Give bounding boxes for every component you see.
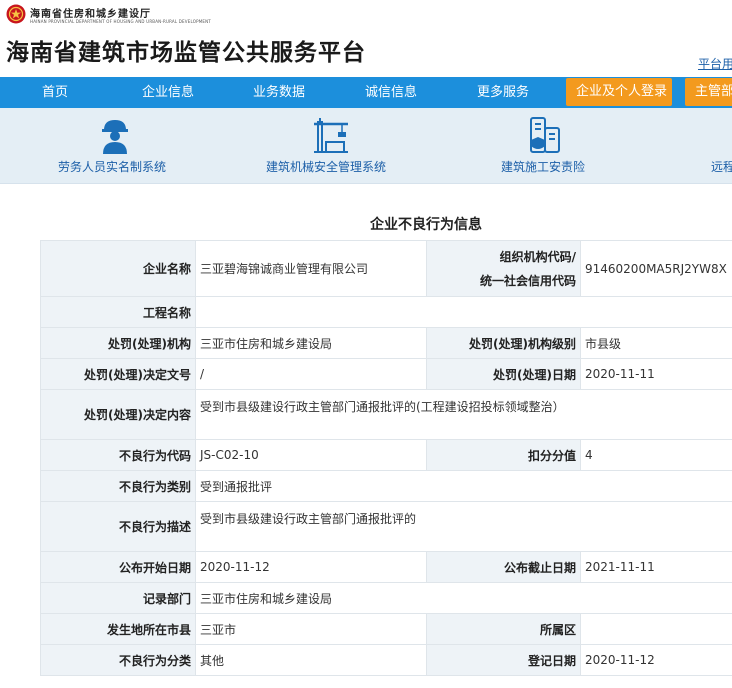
punish-level-label: 处罚(处理)机构级别: [426, 327, 581, 359]
city-label: 发生地所在市县: [40, 613, 196, 645]
quick-link-remote[interactable]: 远程: [710, 108, 732, 184]
national-emblem-icon: [6, 4, 26, 24]
quick-link-insurance[interactable]: 建筑施工安责险: [501, 108, 601, 184]
table-row: 工程名称: [40, 296, 732, 328]
org-code-label-line1: 组织机构代码/: [499, 249, 576, 264]
company-name-label: 企业名称: [40, 240, 196, 297]
table-row: 处罚(处理)决定文号 / 处罚(处理)日期 2020-11-11: [40, 358, 732, 390]
table-row: 处罚(处理)机构 三亚市住房和城乡建设局 处罚(处理)机构级别 市县级: [40, 327, 732, 359]
department-name: 海南省住房和城乡建设厅: [30, 9, 151, 20]
table-row: 不良行为分类 其他 登记日期 2020-11-12: [40, 644, 732, 676]
score-value: 4: [580, 439, 732, 471]
record-dept-value: 三亚市住房和城乡建设局: [195, 582, 732, 614]
project-name-value: [195, 296, 732, 328]
department-name-english: HAINAN PROVINCIAL DEPARTMENT OF HOUSING …: [30, 19, 211, 24]
punish-org-label: 处罚(处理)机构: [40, 327, 196, 359]
site-header: 海南省住房和城乡建设厅 HAINAN PROVINCIAL DEPARTMENT…: [0, 0, 732, 78]
table-row: 企业名称 三亚碧海锦诚商业管理有限公司 组织机构代码/ 统一社会信用代码 914…: [40, 240, 732, 297]
nav-business-data[interactable]: 业务数据: [253, 77, 305, 108]
decision-content-value: 受到市县级建设行政主管部门通报批评的(工程建设招投标领域整治）: [195, 389, 732, 440]
project-name-label: 工程名称: [40, 296, 196, 328]
punish-date-label: 处罚(处理)日期: [426, 358, 581, 390]
admin-login-button[interactable]: 主管部门: [685, 78, 732, 106]
insurance-building-icon: [530, 117, 560, 153]
table-row: 不良行为类别 受到通报批评: [40, 470, 732, 502]
org-code-value: 91460200MA5RJ2YW8X: [580, 240, 732, 297]
platform-user-link[interactable]: 平台用户: [698, 55, 732, 72]
nav-credit-info[interactable]: 诚信信息: [365, 77, 417, 108]
site-title: 海南省建筑市场监管公共服务平台: [6, 40, 366, 66]
table-row: 发生地所在市县 三亚市 所属区: [40, 613, 732, 645]
register-date-value: 2020-11-12: [580, 644, 732, 676]
org-code-label-line2: 统一社会信用代码: [479, 273, 576, 288]
quick-link-label: 建筑施工安责险: [501, 160, 586, 174]
bad-code-label: 不良行为代码: [40, 439, 196, 471]
quick-link-label: 远程: [711, 160, 732, 174]
bad-behavior-detail-table: 企业名称 三亚碧海锦诚商业管理有限公司 组织机构代码/ 统一社会信用代码 914…: [40, 240, 732, 676]
section-title: 企业不良行为信息: [370, 217, 482, 233]
table-row: 公布开始日期 2020-11-12 公布截止日期 2021-11-11: [40, 551, 732, 583]
bad-desc-value: 受到市县级建设行政主管部门通报批评的: [195, 501, 732, 552]
city-value: 三亚市: [195, 613, 427, 645]
bad-code-value: JS-C02-10: [195, 439, 427, 471]
nav-enterprise-info[interactable]: 企业信息: [142, 77, 194, 108]
nav-home[interactable]: 首页: [42, 77, 68, 108]
publish-end-label: 公布截止日期: [426, 551, 581, 583]
punish-level-value: 市县级: [580, 327, 732, 359]
main-nav: 首页 企业信息 业务数据 诚信信息 更多服务 企业及个人登录 主管部门: [0, 77, 732, 108]
worker-icon: [102, 120, 128, 154]
decision-no-label: 处罚(处理)决定文号: [40, 358, 196, 390]
table-row: 不良行为代码 JS-C02-10 扣分分值 4: [40, 439, 732, 471]
punish-org-value: 三亚市住房和城乡建设局: [195, 327, 427, 359]
score-label: 扣分分值: [426, 439, 581, 471]
bad-class-label: 不良行为分类: [40, 644, 196, 676]
login-button[interactable]: 企业及个人登录: [566, 78, 672, 106]
publish-start-label: 公布开始日期: [40, 551, 196, 583]
quick-link-label: 劳务人员实名制系统: [58, 160, 167, 174]
bad-category-value: 受到通报批评: [195, 470, 732, 502]
district-label: 所属区: [426, 613, 581, 645]
quick-link-machinery[interactable]: 建筑机械安全管理系统: [266, 108, 396, 184]
bad-category-label: 不良行为类别: [40, 470, 196, 502]
decision-no-value: /: [195, 358, 427, 390]
quick-link-label: 建筑机械安全管理系统: [266, 160, 387, 174]
register-date-label: 登记日期: [426, 644, 581, 676]
company-name-value: 三亚碧海锦诚商业管理有限公司: [195, 240, 427, 297]
record-dept-label: 记录部门: [40, 582, 196, 614]
publish-end-value: 2021-11-11: [580, 551, 732, 583]
punish-date-value: 2020-11-11: [580, 358, 732, 390]
bad-desc-label: 不良行为描述: [40, 501, 196, 552]
decision-content-label: 处罚(处理)决定内容: [40, 389, 196, 440]
crane-icon: [314, 118, 348, 153]
nav-more-services[interactable]: 更多服务: [477, 77, 529, 108]
table-row: 记录部门 三亚市住房和城乡建设局: [40, 582, 732, 614]
table-row: 处罚(处理)决定内容 受到市县级建设行政主管部门通报批评的(工程建设招投标领域整…: [40, 389, 732, 440]
district-value: [580, 613, 732, 645]
org-code-label: 组织机构代码/ 统一社会信用代码: [426, 240, 581, 297]
table-row: 不良行为描述 受到市县级建设行政主管部门通报批评的: [40, 501, 732, 552]
publish-start-value: 2020-11-12: [195, 551, 427, 583]
quick-link-labor[interactable]: 劳务人员实名制系统: [56, 108, 174, 184]
bad-class-value: 其他: [195, 644, 427, 676]
quick-links-bar: 劳务人员实名制系统 建筑机械安全管理系统 建筑施工安责险 远程: [0, 108, 732, 184]
